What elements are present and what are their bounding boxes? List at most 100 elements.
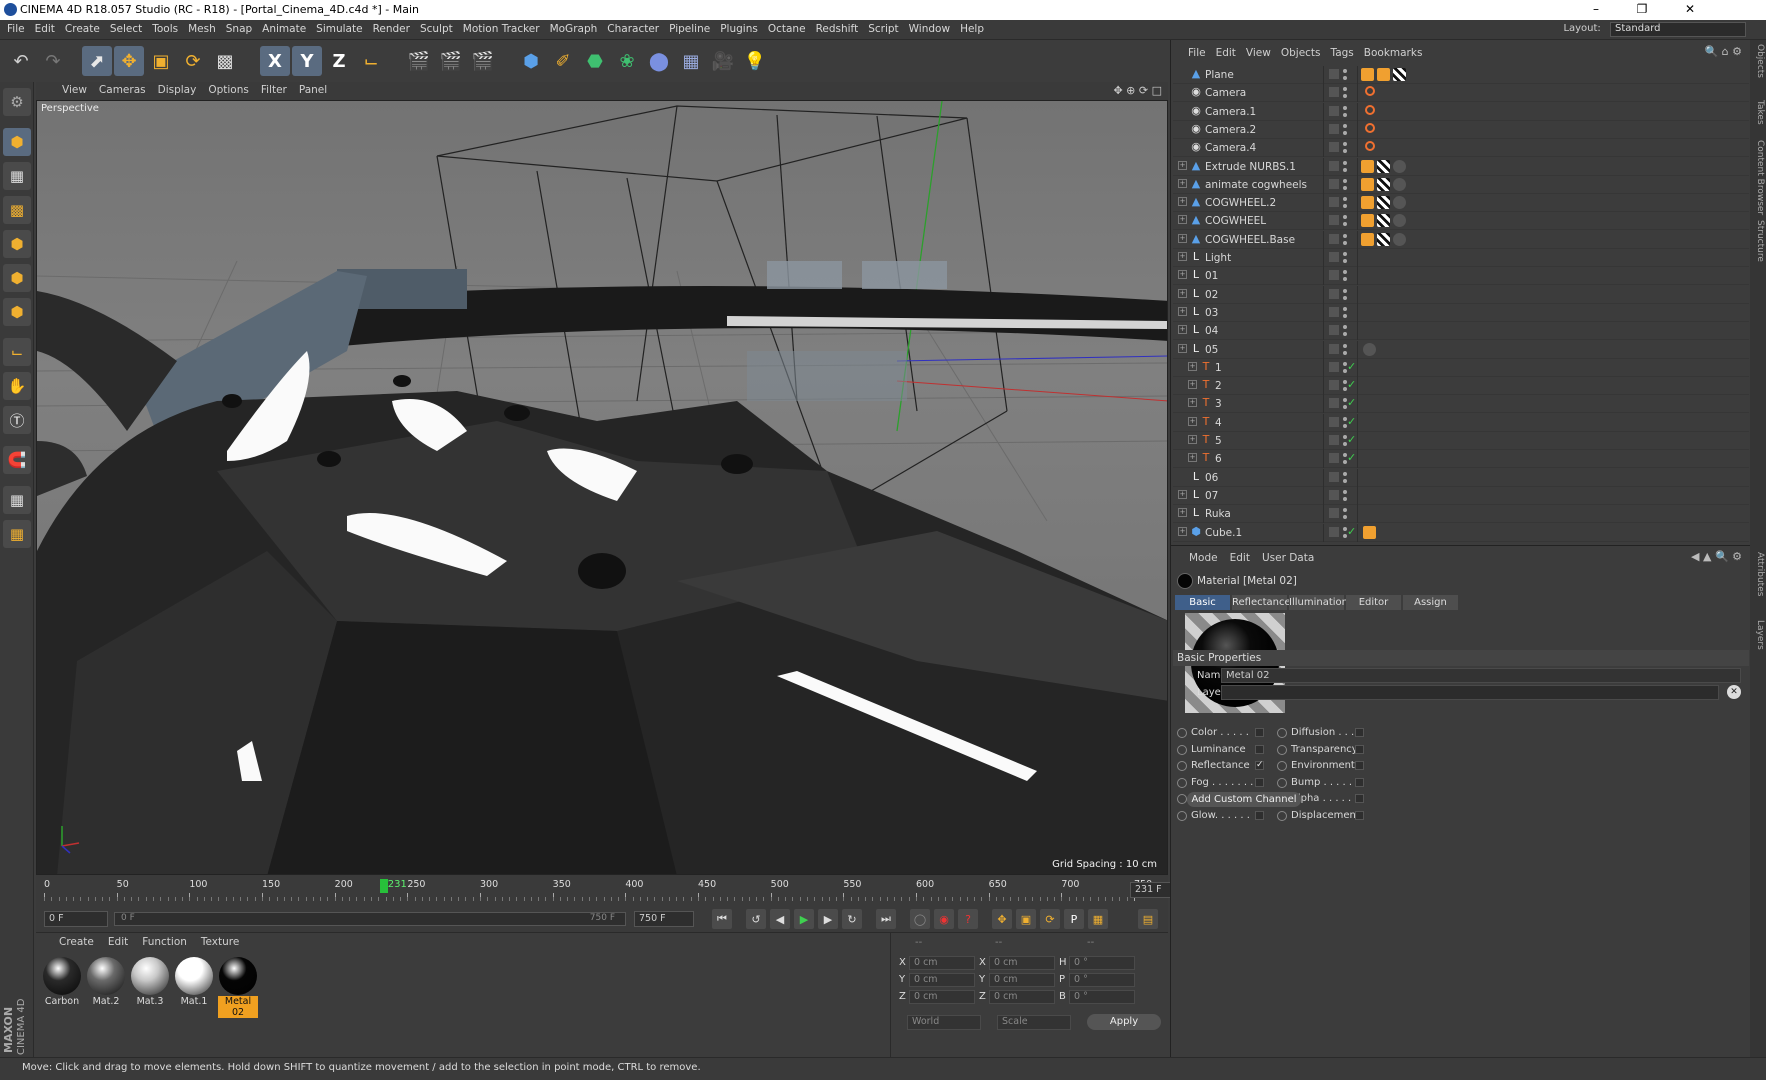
render-settings-icon[interactable]: 🎬 bbox=[468, 46, 498, 76]
layer-swatch-icon[interactable] bbox=[1329, 105, 1339, 116]
coord-size-field[interactable]: 0 cm bbox=[989, 956, 1055, 970]
editor-visibility-dot[interactable] bbox=[1343, 270, 1347, 275]
side-tab-attributes[interactable]: Attributes bbox=[1751, 552, 1765, 596]
channel-checkbox[interactable] bbox=[1355, 810, 1364, 820]
object-menu-view[interactable]: View bbox=[1241, 44, 1276, 62]
object-menu-objects[interactable]: Objects bbox=[1276, 44, 1326, 62]
channel-checkbox[interactable]: ✓ bbox=[1255, 761, 1264, 770]
object-menu-bookmarks[interactable]: Bookmarks bbox=[1359, 44, 1428, 62]
recent-tools-icon[interactable]: ▩ bbox=[210, 46, 240, 76]
object-row[interactable]: + L 02 bbox=[1173, 285, 1749, 304]
key-pla-icon[interactable]: ▦ bbox=[1088, 909, 1108, 929]
redo-icon[interactable]: ↷ bbox=[38, 46, 68, 76]
material-swatch[interactable]: Metal 02 bbox=[218, 957, 258, 1018]
expand-toggle-icon[interactable]: + bbox=[1178, 288, 1187, 298]
coord-size-field[interactable]: 0 cm bbox=[989, 990, 1055, 1004]
layer-swatch-icon[interactable] bbox=[1329, 453, 1339, 464]
material-tag-icon[interactable] bbox=[1393, 214, 1406, 228]
expand-toggle-icon[interactable]: + bbox=[1178, 325, 1187, 335]
protection-tag-icon[interactable] bbox=[1365, 104, 1375, 115]
expand-toggle-icon[interactable]: + bbox=[1178, 160, 1187, 170]
channel-checkbox[interactable] bbox=[1355, 744, 1364, 754]
layer-swatch-icon[interactable] bbox=[1329, 306, 1339, 317]
undo-icon[interactable]: ↶ bbox=[6, 46, 36, 76]
channel-checkbox[interactable] bbox=[1355, 761, 1364, 770]
attribute-menu-user-data[interactable]: User Data bbox=[1256, 549, 1320, 567]
goto-end-icon[interactable]: ⏭ bbox=[876, 909, 896, 929]
tab-reflectance[interactable]: Reflectance bbox=[1232, 595, 1291, 610]
coord-mode-select[interactable]: Scale bbox=[997, 1015, 1071, 1030]
expand-toggle-icon[interactable]: + bbox=[1178, 215, 1187, 225]
menu-animate[interactable]: Animate bbox=[257, 20, 311, 38]
deformer-icon[interactable]: ⬤ bbox=[644, 46, 674, 76]
layer-swatch-icon[interactable] bbox=[1329, 197, 1339, 208]
side-tab-takes[interactable]: Takes bbox=[1751, 100, 1765, 125]
render-visibility-dot[interactable] bbox=[1343, 515, 1347, 520]
object-menu-edit[interactable]: Edit bbox=[1211, 44, 1241, 62]
expand-toggle-icon[interactable]: + bbox=[1178, 489, 1187, 499]
object-row[interactable]: ◉ Camera bbox=[1173, 84, 1749, 103]
start-frame-field[interactable]: 0 F bbox=[44, 911, 108, 927]
material-tag-icon[interactable] bbox=[1393, 177, 1406, 191]
layer-swatch-icon[interactable] bbox=[1329, 435, 1339, 445]
coord-size-field[interactable]: 0 cm bbox=[989, 973, 1055, 987]
menu-edit[interactable]: Edit bbox=[30, 20, 60, 38]
render-visibility-dot[interactable] bbox=[1343, 204, 1347, 209]
object-row[interactable]: + ▲ animate cogwheels bbox=[1173, 175, 1749, 194]
menu-script[interactable]: Script bbox=[863, 20, 903, 38]
edges-mode-icon[interactable]: ⬢ bbox=[3, 264, 31, 292]
enabled-check-icon[interactable]: ✓ bbox=[1347, 415, 1356, 428]
channel-radio[interactable] bbox=[1277, 744, 1287, 755]
uvw-tag-icon[interactable] bbox=[1377, 177, 1390, 191]
scale-tool-icon[interactable]: ▣ bbox=[146, 46, 176, 76]
render-visibility-dot[interactable] bbox=[1343, 185, 1347, 190]
subdivision-surface-icon[interactable]: ⬣ bbox=[580, 46, 610, 76]
planar-workplane-icon[interactable]: ▦ bbox=[3, 520, 31, 548]
channel-radio[interactable] bbox=[1177, 728, 1187, 738]
attribute-nav-icons[interactable]: ◀ ▲ 🔍 ⚙ bbox=[1691, 550, 1742, 563]
layer-swatch-icon[interactable] bbox=[1329, 416, 1339, 427]
coord-position-field[interactable]: 0 cm bbox=[909, 990, 975, 1004]
object-menu-tags[interactable]: Tags bbox=[1326, 44, 1359, 62]
prev-key-icon[interactable]: ↺ bbox=[746, 909, 766, 929]
tab-assign[interactable]: Assign bbox=[1403, 595, 1458, 610]
object-row[interactable]: L 06 bbox=[1173, 468, 1749, 487]
object-row[interactable]: + L 07 bbox=[1173, 486, 1749, 505]
light-object-icon[interactable]: 💡 bbox=[740, 46, 770, 76]
viewport-menu-panel[interactable]: Panel bbox=[293, 82, 333, 98]
channel-radio[interactable] bbox=[1177, 744, 1187, 755]
autokey-icon[interactable]: ◉ bbox=[934, 909, 954, 929]
key-rotation-icon[interactable]: ⟳ bbox=[1040, 909, 1060, 929]
move-tool-icon[interactable]: ✥ bbox=[114, 46, 144, 76]
workplane-mode-icon[interactable]: ▩ bbox=[3, 196, 31, 224]
menu-plugins[interactable]: Plugins bbox=[715, 20, 763, 38]
render-visibility-dot[interactable] bbox=[1343, 130, 1347, 135]
object-row[interactable]: + T 4 ✓ bbox=[1173, 413, 1749, 432]
channel-radio[interactable] bbox=[1277, 777, 1287, 788]
coord-position-field[interactable]: 0 cm bbox=[909, 956, 975, 970]
material-tag-icon[interactable] bbox=[1393, 159, 1406, 173]
editor-visibility-dot[interactable] bbox=[1343, 471, 1347, 476]
expand-toggle-icon[interactable]: + bbox=[1178, 252, 1187, 261]
object-row[interactable]: + L Light bbox=[1173, 249, 1749, 267]
material-swatch[interactable]: Mat.1 bbox=[174, 957, 214, 1009]
expand-toggle-icon[interactable]: + bbox=[1178, 178, 1187, 188]
material-menu-texture[interactable]: Texture bbox=[194, 933, 246, 951]
xpresso-tag-icon[interactable] bbox=[1361, 214, 1374, 228]
render-visibility-dot[interactable] bbox=[1343, 313, 1347, 318]
record-keys-icon[interactable]: ◯ bbox=[910, 909, 930, 929]
coord-rotation-field[interactable]: 0 ° bbox=[1069, 990, 1135, 1004]
render-visibility-dot[interactable] bbox=[1343, 478, 1347, 483]
snap-icon[interactable]: 🧲 bbox=[3, 446, 31, 474]
range-slider[interactable]: 0 F 750 F bbox=[114, 912, 626, 926]
object-row[interactable]: ▲ Plane bbox=[1173, 66, 1749, 84]
layer-swatch-icon[interactable] bbox=[1329, 343, 1339, 354]
protection-tag-icon[interactable] bbox=[1365, 122, 1375, 133]
editor-visibility-dot[interactable] bbox=[1343, 178, 1347, 183]
editor-visibility-dot[interactable] bbox=[1343, 306, 1347, 311]
object-row[interactable]: + T 5 ✓ bbox=[1173, 432, 1749, 450]
layer-swatch-icon[interactable] bbox=[1329, 288, 1339, 299]
editor-visibility-dot[interactable] bbox=[1343, 197, 1347, 202]
material-swatch[interactable]: Mat.2 bbox=[86, 957, 126, 1009]
tweak-mode-icon[interactable]: ✋ bbox=[3, 372, 31, 400]
